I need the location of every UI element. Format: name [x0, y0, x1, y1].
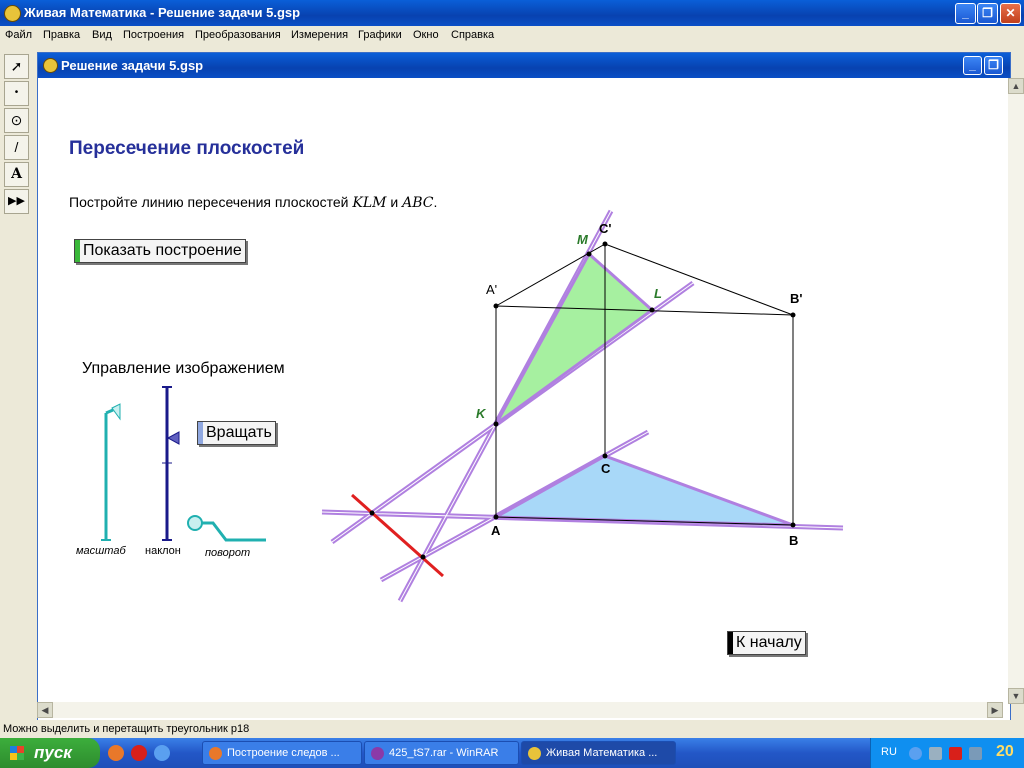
scale-slider-label: масштаб — [76, 545, 126, 557]
antivirus-icon[interactable] — [949, 747, 962, 760]
menu-help[interactable]: Справка — [451, 29, 494, 41]
point-m[interactable] — [586, 251, 592, 257]
volume-icon[interactable] — [969, 747, 982, 760]
document-window: Решение задачи 5.gsp _ ❐ Пересечение пло… — [37, 52, 1011, 722]
system-tray: RU 20 — [870, 738, 1024, 768]
rotation-slider-track — [196, 521, 266, 542]
intersection-line — [351, 493, 444, 578]
close-button[interactable]: ✕ — [1000, 3, 1021, 24]
document-icon — [43, 58, 58, 73]
toolbox: ➚ • ⊙ / A ▶▶ — [1, 52, 29, 217]
scale-slider-bend — [105, 408, 114, 415]
scroll-up-icon[interactable]: ▲ — [1008, 78, 1024, 94]
doc-minimize-button[interactable]: _ — [963, 56, 982, 75]
firefox-icon[interactable] — [108, 745, 124, 761]
clock: 20 — [996, 743, 1014, 760]
rotation-slider-label: поворот — [205, 547, 251, 559]
point-b1[interactable] — [790, 312, 796, 318]
scroll-down-icon[interactable]: ▼ — [1008, 688, 1024, 704]
menu-construct[interactable]: Построения — [123, 29, 184, 41]
custom-tool-icon[interactable]: ▶▶ — [4, 189, 29, 214]
scale-slider[interactable] — [101, 403, 121, 541]
start-button[interactable]: пуск — [0, 738, 100, 768]
label-c: C — [601, 461, 611, 476]
sketch-canvas[interactable]: Пересечение плоскостей Постройте линию п… — [38, 78, 1008, 718]
geometry-drawing — [101, 209, 844, 603]
network-icon[interactable] — [929, 747, 942, 760]
quicklaunch-icon[interactable] — [154, 745, 170, 761]
tilt-slider-label: наклон — [145, 545, 181, 557]
label-k: K — [476, 406, 486, 421]
app-title: Живая Математика - Решение задачи 5.gsp — [24, 5, 301, 20]
label-b1: B' — [790, 291, 803, 306]
menu-window[interactable]: Окно — [413, 29, 439, 41]
horizontal-scrollbar[interactable]: ◀ ▶ — [37, 702, 1003, 718]
sketchpad-icon — [528, 747, 541, 760]
triangle-klm[interactable] — [494, 251, 655, 426]
point-tool-icon[interactable]: • — [4, 81, 29, 106]
restore-button[interactable]: ❐ — [977, 3, 998, 24]
scroll-right-icon[interactable]: ▶ — [987, 702, 1003, 718]
label-a: A — [491, 523, 501, 538]
point-c1[interactable] — [602, 241, 608, 247]
task-item-3[interactable]: Живая Математика ... — [521, 741, 676, 765]
point-a[interactable] — [493, 514, 499, 520]
task-label: Живая Математика ... — [546, 747, 658, 759]
menu-edit[interactable]: Правка — [43, 29, 80, 41]
triangle-abc[interactable] — [490, 454, 794, 527]
winrar-icon — [371, 747, 384, 760]
menu-view[interactable]: Вид — [92, 29, 112, 41]
document-title-bar[interactable]: Решение задачи 5.gsp _ ❐ — [38, 53, 1010, 78]
compass-tool-icon[interactable]: ⊙ — [4, 108, 29, 133]
task-label: Построение следов ... — [227, 747, 340, 759]
app-title-bar[interactable]: Живая Математика - Решение задачи 5.gsp … — [0, 0, 1024, 26]
document-title: Решение задачи 5.gsp — [61, 58, 204, 73]
vertical-scrollbar[interactable]: ▲ ▼ — [1008, 78, 1024, 704]
point-x1[interactable] — [369, 510, 375, 516]
point-a1[interactable] — [493, 303, 499, 309]
tilt-slider[interactable] — [162, 386, 180, 541]
point-l[interactable] — [649, 307, 655, 313]
taskbar: пуск Построение следов ... 425_tS7.rar -… — [0, 738, 1024, 768]
menu-file[interactable]: Файл — [5, 29, 32, 41]
tray-arrow-icon[interactable] — [909, 747, 922, 760]
doc-maximize-button[interactable]: ❐ — [984, 56, 1003, 75]
label-a1: A' — [486, 282, 498, 297]
task-item-1[interactable]: Построение следов ... — [202, 741, 362, 765]
line-tool-icon[interactable]: / — [4, 135, 29, 160]
language-indicator[interactable]: RU — [881, 746, 897, 758]
menu-graph[interactable]: Графики — [358, 29, 402, 41]
point-b[interactable] — [790, 522, 796, 528]
label-l: L — [654, 286, 662, 301]
rotation-slider-handle[interactable] — [187, 515, 203, 531]
minimize-button[interactable]: _ — [955, 3, 976, 24]
windows-logo-icon — [10, 746, 24, 760]
menu-measure[interactable]: Измерения — [291, 29, 348, 41]
menu-transform[interactable]: Преобразования — [195, 29, 281, 41]
rotation-slider[interactable] — [187, 515, 266, 542]
status-bar: Можно выделить и перетащить треугольник … — [0, 720, 1024, 738]
label-m: M — [577, 232, 588, 247]
label-b: B — [789, 533, 799, 548]
firefox-icon — [209, 747, 222, 760]
menu-bar: Файл Правка Вид Построения Преобразовани… — [0, 26, 1024, 45]
task-item-2[interactable]: 425_tS7.rar - WinRAR — [364, 741, 519, 765]
point-x2[interactable] — [420, 554, 426, 560]
scroll-left-icon[interactable]: ◀ — [37, 702, 53, 718]
start-label: пуск — [34, 743, 72, 762]
app-icon — [4, 5, 21, 22]
point-c[interactable] — [602, 453, 608, 459]
text-tool-icon[interactable]: A — [4, 162, 29, 187]
label-c1: C' — [599, 221, 612, 236]
arrow-tool-icon[interactable]: ➚ — [4, 54, 29, 79]
opera-icon[interactable] — [131, 745, 147, 761]
tilt-slider-handle[interactable] — [166, 431, 180, 445]
task-label: 425_tS7.rar - WinRAR — [389, 747, 499, 759]
status-text: Можно выделить и перетащить треугольник … — [3, 723, 250, 735]
point-k[interactable] — [493, 421, 499, 427]
